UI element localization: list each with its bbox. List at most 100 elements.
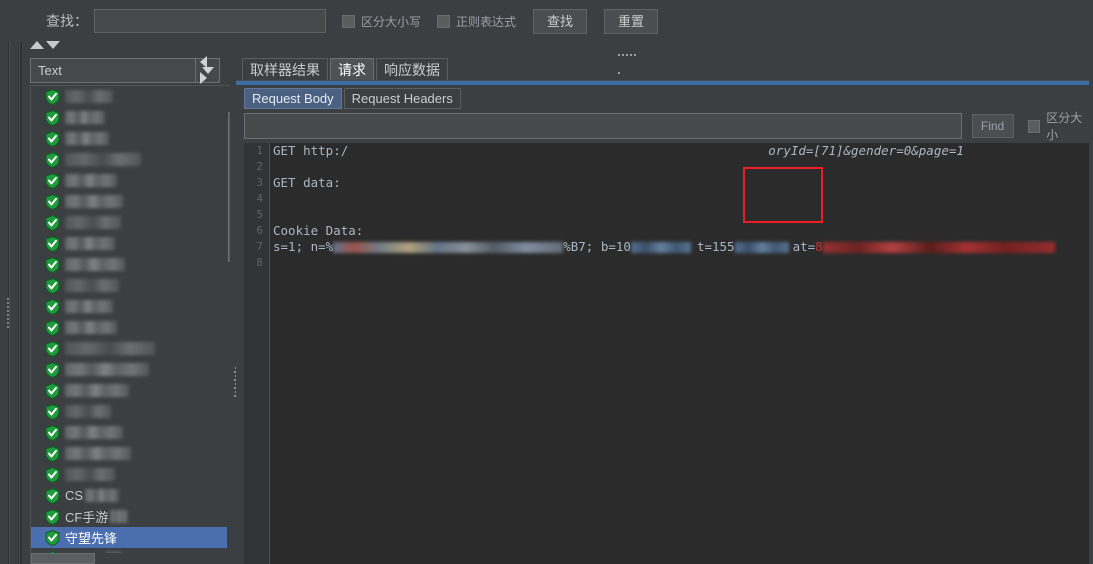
code-text: Cookie Data: <box>273 223 364 238</box>
rail-band-inner <box>10 0 18 564</box>
tree-item[interactable] <box>31 338 227 359</box>
line-number: 1 <box>256 144 263 157</box>
green-shield-check-icon <box>45 340 60 357</box>
redacted-label <box>65 405 111 418</box>
render-format-combobox[interactable]: Text <box>30 58 220 83</box>
code-text-cookie-mid2: t=155 <box>696 239 735 254</box>
request-subtabs: Request Body Request Headers <box>244 87 463 109</box>
tree-horizontal-scrollbar-thumb[interactable] <box>31 553 95 564</box>
green-shield-check-icon <box>45 172 60 189</box>
code-lines: GET http:/ oryId=[71]&gender=0&page=1 GET… <box>271 143 1093 564</box>
tree-item[interactable] <box>31 422 227 443</box>
tree-item[interactable] <box>31 359 227 380</box>
rail-band-outer <box>0 0 8 564</box>
redacted-text <box>822 242 1055 253</box>
redacted-label <box>65 153 141 166</box>
panel-collapse-arrows[interactable] <box>200 56 212 92</box>
green-shield-check-icon <box>45 361 60 378</box>
inline-find-button[interactable]: Find <box>971 114 1014 138</box>
tree-item[interactable] <box>31 107 227 128</box>
green-shield-check-icon <box>45 298 60 315</box>
green-shield-check-icon <box>45 529 60 546</box>
tree-item-label: CS <box>65 488 84 503</box>
tree-item[interactable] <box>31 464 227 485</box>
caret-left-icon[interactable] <box>200 56 207 68</box>
tree-item[interactable] <box>31 401 227 422</box>
tree-item[interactable]: CS <box>31 485 227 506</box>
tree-horizontal-scrollbar[interactable] <box>31 553 227 564</box>
tree-item[interactable] <box>31 128 227 149</box>
green-shield-check-icon <box>45 109 60 126</box>
tree-item-label: CF手游 <box>65 510 109 525</box>
results-tree[interactable]: CSCF手游守望先锋语聊天猎首 猎人首上域五价 <box>30 85 240 564</box>
tree-item-selected[interactable]: 守望先锋 <box>31 527 227 548</box>
horizontal-splitter-grip[interactable] <box>617 44 639 74</box>
green-shield-check-icon <box>45 151 60 168</box>
line-number: 4 <box>256 192 263 205</box>
green-shield-check-icon <box>45 466 60 483</box>
inline-case-sensitive-label: 区分大小 <box>1046 111 1083 142</box>
tree-item[interactable] <box>31 296 227 317</box>
tab-0[interactable]: 取样器结果 <box>242 58 328 80</box>
green-shield-check-icon <box>45 508 60 525</box>
tree-item[interactable] <box>31 149 227 170</box>
tab-active-1[interactable]: 请求 <box>330 58 374 80</box>
search-label: 查找： <box>46 13 88 29</box>
tree-nav-arrows[interactable] <box>30 41 60 49</box>
left-splitter-rail <box>0 0 22 564</box>
tree-item[interactable] <box>31 275 227 296</box>
redacted-label <box>65 216 121 229</box>
find-button[interactable]: 查找 <box>533 8 588 34</box>
redacted-label <box>65 384 129 397</box>
active-tab-indicator <box>236 83 1093 85</box>
green-shield-check-icon <box>45 382 60 399</box>
left-rail-splitter-grip[interactable] <box>6 296 10 330</box>
redacted-label <box>65 258 125 271</box>
triangle-down-icon[interactable] <box>46 41 60 49</box>
code-line: Cookie Data: <box>271 223 1093 239</box>
tree-item[interactable] <box>31 380 227 401</box>
redacted-label <box>65 342 155 355</box>
tree-item[interactable]: CF手游 <box>31 506 227 527</box>
triangle-up-icon[interactable] <box>30 41 44 49</box>
green-shield-check-icon <box>45 403 60 420</box>
case-sensitive-checkbox[interactable]: 区分大小写 <box>342 13 421 30</box>
checkbox-box-regex <box>437 14 451 28</box>
green-shield-check-icon <box>45 193 60 210</box>
inline-case-sensitive-checkbox[interactable]: 区分大小 <box>1027 109 1093 143</box>
redacted-label <box>65 237 115 250</box>
tree-item-list: CSCF手游守望先锋语聊天猎首 猎人首上域五价 <box>31 86 227 564</box>
code-text-suffix: oryId=[71]&gender=0&page=1 <box>768 143 964 158</box>
subtab-1[interactable]: Request Headers <box>343 88 461 109</box>
code-text-cookie-mid3: at=8 <box>792 239 823 254</box>
tab-2[interactable]: 响应数据 <box>376 58 448 80</box>
redacted-label <box>65 132 109 145</box>
code-text-cookie-mid1: %B7; b=10 <box>563 239 631 254</box>
redacted-label <box>110 510 129 523</box>
redacted-label <box>65 321 117 334</box>
tree-item[interactable] <box>31 254 227 275</box>
case-sensitive-label: 区分大小写 <box>361 14 422 29</box>
tree-item[interactable] <box>31 443 227 464</box>
redacted-label <box>65 300 113 313</box>
code-text-prefix: GET http:/ <box>273 143 349 158</box>
redacted-text <box>630 242 691 253</box>
request-body-code-view[interactable]: 1 2 3 4 5 6 7 8 GET http:/ oryId=[71]&gender=0&p… <box>244 143 1093 564</box>
green-shield-check-icon <box>45 424 60 441</box>
caret-right-icon[interactable] <box>200 72 207 84</box>
redacted-label <box>65 468 115 481</box>
search-input[interactable] <box>94 9 326 33</box>
checkbox-box-case <box>342 14 355 28</box>
tree-item[interactable] <box>31 170 227 191</box>
tree-item[interactable] <box>31 86 227 107</box>
tree-item[interactable] <box>31 212 227 233</box>
tree-item[interactable] <box>31 233 227 254</box>
tree-item[interactable] <box>31 317 227 338</box>
inline-find-input[interactable] <box>244 113 962 139</box>
reset-button[interactable]: 重置 <box>604 8 659 34</box>
tree-item[interactable] <box>31 191 227 212</box>
subtab-0[interactable]: Request Body <box>244 88 342 109</box>
regex-checkbox[interactable]: 正则表达式 <box>437 13 516 30</box>
window-right-edge <box>1089 0 1093 564</box>
